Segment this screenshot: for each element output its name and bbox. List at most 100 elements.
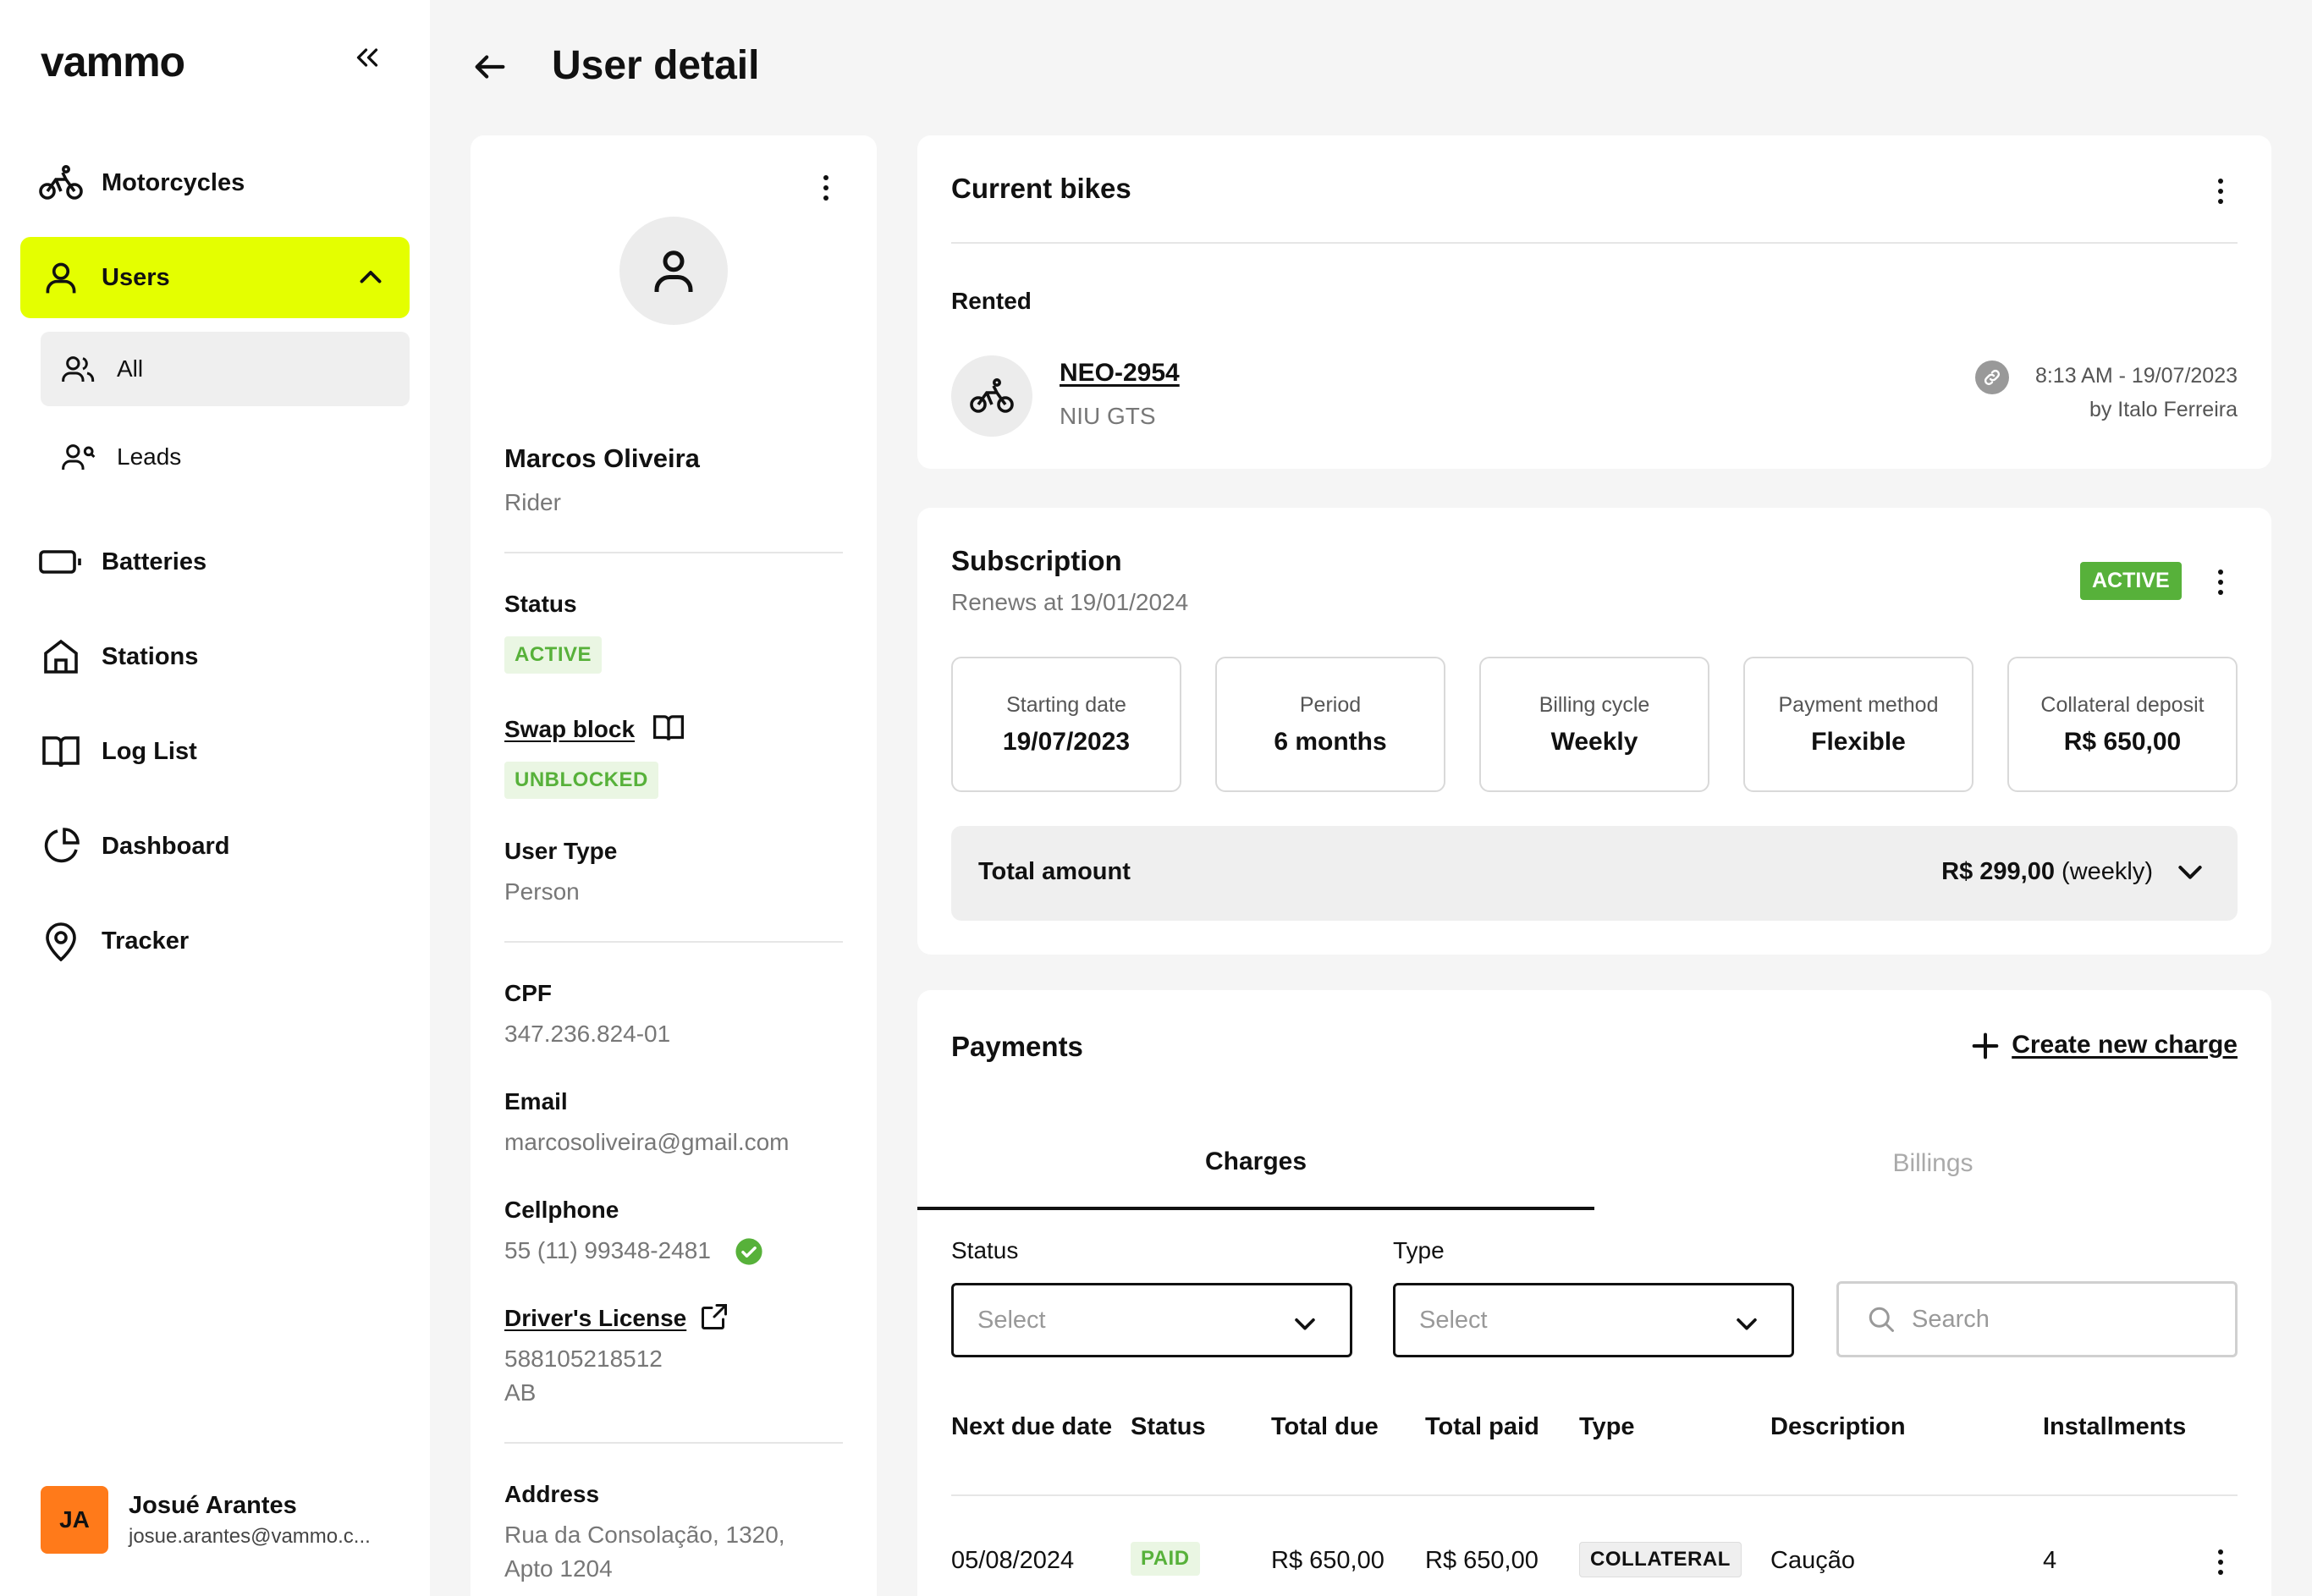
payment-status-badge: PAID [1131, 1542, 1200, 1576]
cell-installments: 4 [2043, 1547, 2057, 1574]
user-search-icon [41, 440, 117, 474]
sidebar-item-stations[interactable]: Stations [20, 616, 410, 697]
cpf-value: 347.236.824-01 [504, 1021, 671, 1047]
swap-block-badge: UNBLOCKED [504, 762, 658, 799]
status-filter-select[interactable]: Select [951, 1283, 1352, 1357]
current-user-info: Josué Arantes josue.arantes@vammo.c... [129, 1492, 371, 1549]
sidebar-subitem-leads[interactable]: Leads [41, 420, 410, 494]
column-header: Installments [2043, 1413, 2187, 1440]
sidebar-item-log-list[interactable]: Log List [20, 711, 410, 792]
current-bikes-title: Current bikes [951, 173, 1131, 204]
column-header: Total paid [1425, 1413, 1539, 1440]
pie-chart-icon [20, 826, 102, 867]
type-filter-select[interactable]: Select [1393, 1283, 1794, 1357]
avatar: JA [41, 1486, 108, 1554]
column-header: Status [1131, 1413, 1206, 1440]
book-icon[interactable] [652, 713, 685, 747]
total-amount-period: (weekly) [2062, 858, 2153, 885]
sidebar-item-dashboard[interactable]: Dashboard [20, 806, 410, 887]
external-link-icon[interactable] [699, 1302, 729, 1336]
book-icon [20, 733, 102, 770]
bike-plate-link[interactable]: NEO-2954 [1060, 359, 1180, 388]
billing-cycle-tile: Billing cycle Weekly [1479, 657, 1709, 792]
battery-icon [20, 547, 102, 577]
user-type-label: User Type [504, 838, 618, 864]
sidebar-item-label: Tracker [102, 927, 190, 955]
swap-block-link[interactable]: Swap block [504, 716, 635, 743]
sidebar-subitem-label: Leads [117, 443, 182, 470]
user-avatar-icon [619, 217, 728, 325]
bike-model: NIU GTS [1060, 403, 1156, 429]
type-filter-label: Type [1393, 1237, 1445, 1263]
cellphone-label: Cellphone [504, 1197, 619, 1223]
search-input[interactable]: Search [1836, 1281, 2238, 1357]
tile-label: Collateral deposit [2040, 692, 2205, 717]
status-badge: ACTIVE [504, 636, 603, 674]
sidebar-item-tracker[interactable]: Tracker [20, 900, 410, 982]
cpf-label: CPF [504, 980, 552, 1006]
rented-by: by Italo Ferreira [2089, 398, 2238, 421]
tile-value: Flexible [1811, 727, 1906, 756]
subscription-more-icon[interactable] [2205, 564, 2236, 601]
rental-timestamp: 8:13 AM - 19/07/2023 [2034, 364, 2238, 388]
sidebar-item-label: Dashboard [102, 832, 230, 860]
collapse-sidebar-icon[interactable] [349, 39, 386, 76]
tab-charges[interactable]: Charges [917, 1117, 1594, 1210]
users-icon [41, 352, 117, 386]
app-logo[interactable]: vammo [41, 37, 185, 86]
create-new-charge-link[interactable]: Create new charge [2012, 1031, 2238, 1059]
payments-title: Payments [951, 1031, 1083, 1062]
collateral-deposit-tile: Collateral deposit R$ 650,00 [2007, 657, 2238, 792]
address-line-2: Apto 1204 [504, 1555, 613, 1582]
rented-label: Rented [951, 288, 1032, 314]
row-more-icon[interactable] [2205, 1544, 2236, 1581]
chevron-down-icon [1732, 1309, 1761, 1345]
sidebar-item-users[interactable]: Users [20, 237, 410, 318]
cellphone-value: 55 (11) 99348-2481 [504, 1237, 711, 1263]
map-pin-icon [20, 921, 102, 961]
subscription-card: Subscription Renews at 19/01/2024 ACTIVE… [917, 508, 2271, 955]
license-number: 588105218512 [504, 1346, 663, 1372]
chevron-down-icon[interactable] [2173, 855, 2207, 893]
drivers-license-link[interactable]: Driver's License [504, 1305, 686, 1332]
home-icon [20, 636, 102, 677]
total-amount-bar[interactable]: Total amount R$ 299,00 (weekly) [951, 826, 2238, 921]
tile-value: 6 months [1274, 727, 1387, 756]
divider [504, 552, 843, 553]
divider [504, 941, 843, 943]
current-user[interactable]: JA Josué Arantes josue.arantes@vammo.c..… [41, 1486, 371, 1554]
status-select-placeholder: Select [977, 1306, 1046, 1334]
sidebar-item-motorcycles[interactable]: Motorcycles [20, 142, 410, 223]
subscription-status-badge: ACTIVE [2080, 562, 2182, 600]
user-type-value: Person [504, 878, 580, 905]
sidebar-subitem-all[interactable]: All [41, 332, 410, 406]
renews-date: Renews at 19/01/2024 [951, 589, 1189, 615]
email-value: marcosoliveira@gmail.com [504, 1129, 790, 1155]
column-header: Type [1579, 1413, 1635, 1440]
subscription-title: Subscription [951, 545, 1122, 576]
profile-more-icon[interactable] [811, 169, 841, 206]
back-arrow-icon[interactable] [471, 47, 509, 91]
period-tile: Period 6 months [1215, 657, 1445, 792]
chevron-up-icon [355, 262, 386, 297]
user-profile-card: Marcos Oliveira Rider Status ACTIVE Swap… [471, 135, 877, 1596]
user-icon [20, 259, 102, 296]
sidebar: vammo Motorcycles Users All Leads Batter… [0, 0, 430, 1596]
tab-billings[interactable]: Billings [1594, 1117, 2271, 1210]
bikes-more-icon[interactable] [2205, 173, 2236, 210]
email-label: Email [504, 1088, 568, 1114]
sidebar-item-label: Stations [102, 642, 199, 670]
motorcycle-icon [20, 164, 102, 201]
user-name: Marcos Oliveira [504, 443, 700, 473]
sidebar-item-label: Users [102, 263, 170, 291]
starting-date-tile: Starting date 19/07/2023 [951, 657, 1181, 792]
user-role: Rider [504, 489, 561, 515]
cell-due-date: 05/08/2024 [951, 1547, 1075, 1574]
cell-description: Caução [1770, 1547, 1855, 1574]
plus-icon[interactable] [1968, 1029, 2002, 1067]
sidebar-item-label: Motorcycles [102, 168, 245, 196]
search-placeholder: Search [1912, 1305, 1990, 1333]
column-header: Total due [1271, 1413, 1379, 1440]
sidebar-item-batteries[interactable]: Batteries [20, 521, 410, 603]
license-category: AB [504, 1379, 537, 1406]
